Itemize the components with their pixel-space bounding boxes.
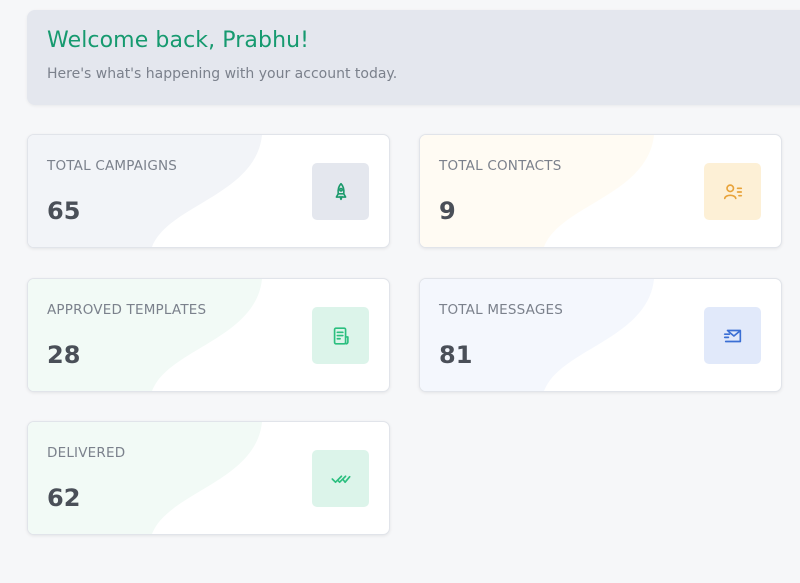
stat-card-total-contacts[interactable]: TOTAL CONTACTS 9 [419, 134, 782, 248]
rocket-icon [312, 163, 369, 220]
stat-card-delivered[interactable]: DELIVERED 62 [27, 421, 390, 535]
contacts-icon [704, 163, 761, 220]
stat-value: 81 [439, 341, 473, 369]
stat-label: TOTAL MESSAGES [439, 302, 564, 318]
stat-label: APPROVED TEMPLATES [47, 302, 207, 318]
welcome-subtitle: Here's what's happening with your accoun… [47, 66, 398, 82]
stat-card-total-campaigns[interactable]: TOTAL CAMPAIGNS 65 [27, 134, 390, 248]
stat-value: 9 [439, 197, 456, 225]
stat-value: 28 [47, 341, 81, 369]
stat-card-approved-templates[interactable]: APPROVED TEMPLATES 28 [27, 278, 390, 392]
template-icon [312, 307, 369, 364]
stat-label: TOTAL CONTACTS [439, 158, 562, 174]
welcome-title: Welcome back, Prabhu! [47, 28, 310, 53]
stat-label: DELIVERED [47, 445, 126, 461]
stat-card-total-messages[interactable]: TOTAL MESSAGES 81 [419, 278, 782, 392]
stat-label: TOTAL CAMPAIGNS [47, 158, 178, 174]
stat-value: 65 [47, 197, 81, 225]
welcome-banner: Welcome back, Prabhu! Here's what's happ… [27, 10, 800, 105]
message-icon [704, 307, 761, 364]
stat-value: 62 [47, 484, 81, 512]
double-check-icon [312, 450, 369, 507]
